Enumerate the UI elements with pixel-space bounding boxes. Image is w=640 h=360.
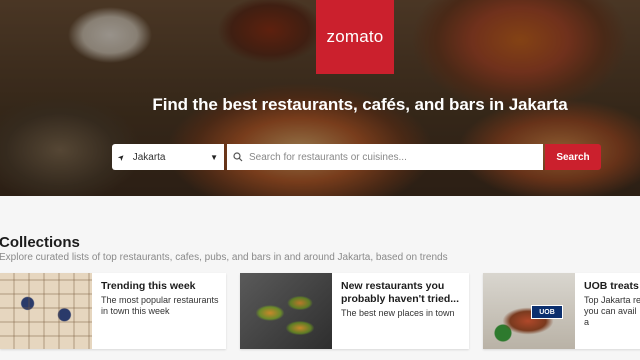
collection-image: UOB [483, 273, 575, 349]
collection-card-description: Top Jakarta re you can avail a [584, 295, 640, 327]
collection-image [240, 273, 332, 349]
location-selector[interactable]: ➤ Jakarta ▼ [112, 144, 224, 170]
hero-headline: Find the best restaurants, cafés, and ba… [152, 95, 568, 114]
collections-title: Collections [0, 234, 80, 251]
collection-image [0, 273, 92, 349]
collection-card-uob[interactable]: UOB UOB treats Top Jakarta re you can av… [483, 273, 640, 349]
collection-card-trending[interactable]: Trending this week The most popular rest… [0, 273, 226, 349]
collection-card-new[interactable]: New restaurants you probably haven't tri… [240, 273, 469, 349]
search-button-label: Search [556, 151, 590, 163]
location-arrow-icon: ➤ [115, 151, 127, 163]
collection-card-description: The most popular restaurants in town thi… [101, 295, 219, 316]
collection-card-description: The best new places in town [341, 308, 455, 318]
uob-badge: UOB [531, 305, 563, 319]
collection-card-title: Trending this week [101, 280, 196, 292]
logo-text: zomato [326, 27, 384, 46]
zomato-logo[interactable]: zomato [316, 0, 394, 74]
search-placeholder: Search for restaurants or cuisines... [249, 151, 407, 163]
collection-card-title: UOB treats [584, 280, 639, 292]
collections-subtitle: Explore curated lists of top restaurants… [0, 252, 448, 263]
location-value: Jakarta [132, 151, 166, 163]
search-button[interactable]: Search [545, 144, 601, 170]
search-icon [233, 152, 243, 162]
search-input[interactable]: Search for restaurants or cuisines... [227, 144, 543, 170]
chevron-down-icon: ▼ [210, 152, 218, 162]
collection-card-title: New restaurants you probably haven't tri… [341, 280, 460, 305]
